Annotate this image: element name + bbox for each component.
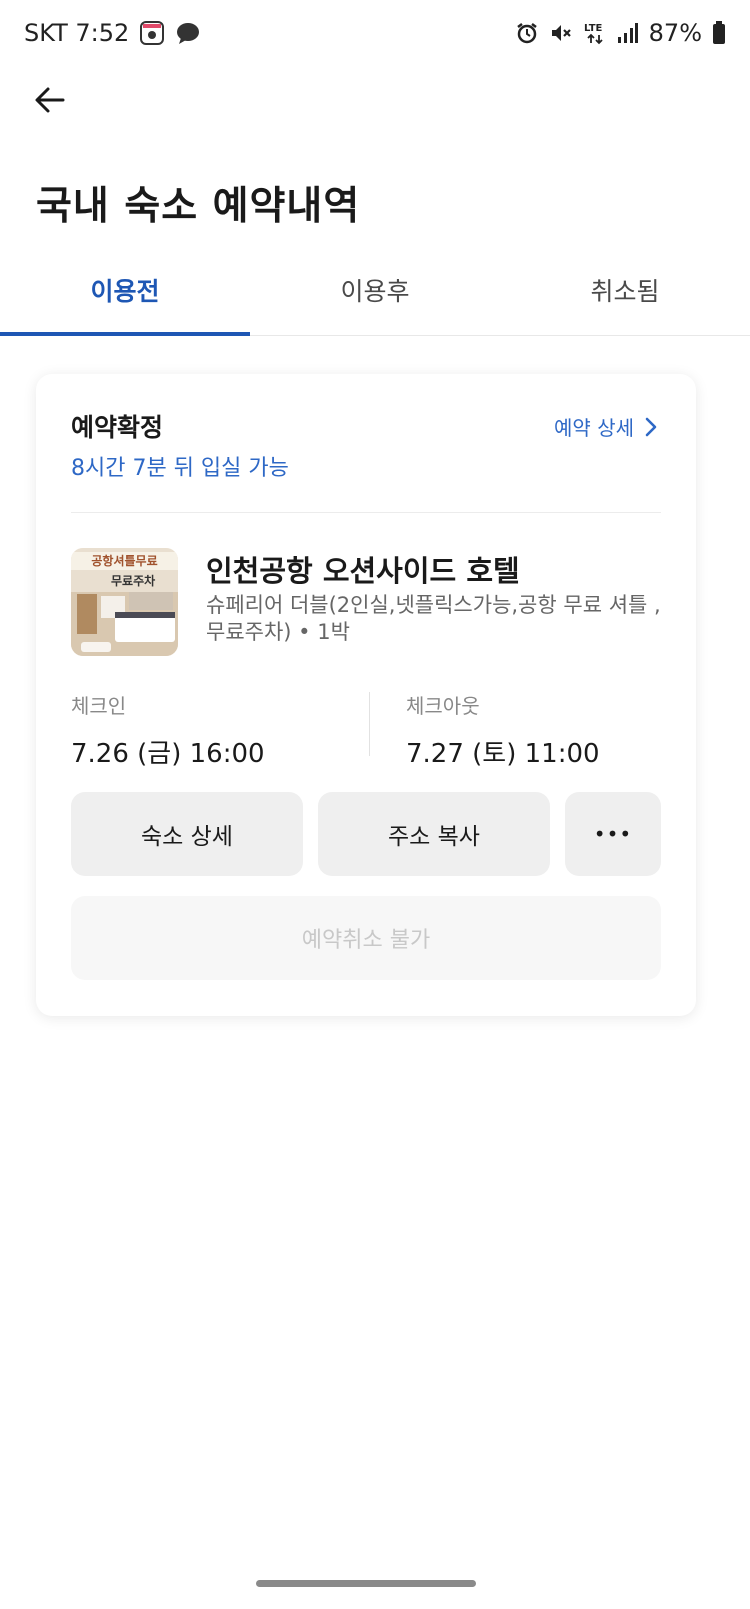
status-bar: SKT 7:52 LTE 87% — [0, 0, 750, 66]
checkout-label: 체크아웃 — [406, 694, 480, 718]
hotel-name[interactable]: 인천공항 오션사이드 호텔 — [206, 548, 520, 590]
back-button[interactable] — [30, 80, 70, 120]
copy-address-button[interactable]: 주소 복사 — [318, 792, 550, 876]
checkin-label: 체크인 — [71, 694, 127, 718]
checkout-block: 체크아웃 7.27 (토) 11:00 — [406, 690, 600, 770]
chevron-right-icon — [645, 417, 657, 436]
reservation-detail-link[interactable]: 예약 상세 — [554, 412, 658, 441]
checkin-block: 체크인 7.26 (금) 16:00 — [71, 690, 265, 770]
chat-icon — [175, 20, 201, 46]
screen: SKT 7:52 LTE 87% 국내 숙소 예약내역 이용전 이용후 취소됨 … — [0, 0, 750, 1609]
hotel-detail-button[interactable]: 숙소 상세 — [71, 792, 303, 876]
reservation-status: 예약확정 — [71, 413, 164, 442]
card-divider — [71, 512, 661, 513]
thumbnail-shuttle-badge: 공항셔틀무료 — [71, 552, 178, 570]
more-icon: ••• — [593, 822, 633, 846]
more-options-button[interactable]: ••• — [565, 792, 661, 876]
checkin-countdown: 8시간 7분 뒤 입실 가능 — [71, 456, 289, 481]
signal-icon — [617, 22, 639, 44]
tab-after-use[interactable]: 이용후 — [250, 256, 500, 335]
home-indicator[interactable] — [256, 1580, 476, 1587]
alarm-icon — [515, 21, 539, 45]
battery-icon — [712, 21, 726, 45]
arrow-left-icon — [35, 87, 65, 113]
tab-before-use[interactable]: 이용전 — [0, 256, 250, 336]
mute-icon — [549, 21, 573, 45]
tab-cancelled[interactable]: 취소됨 — [500, 256, 750, 335]
svg-text:LTE: LTE — [584, 23, 603, 34]
checkout-value: 7.27 (토) 11:00 — [406, 739, 600, 769]
checkin-value: 7.26 (금) 16:00 — [71, 739, 265, 769]
lte-icon: LTE — [583, 20, 607, 46]
battery-percent: 87% — [648, 19, 702, 47]
status-bar-left: SKT 7:52 — [24, 19, 201, 47]
tab-bar: 이용전 이용후 취소됨 — [0, 256, 750, 336]
hotel-thumbnail[interactable]: 공항셔틀무료 무료주차 — [71, 548, 178, 656]
room-description: 슈페리어 더블(2인실,넷플릭스가능,공항 무료 셔틀 ,무료주차) • 1박 — [206, 593, 661, 644]
page-title: 국내 숙소 예약내역 — [36, 184, 361, 229]
status-bar-right: LTE 87% — [515, 19, 726, 47]
thumbnail-parking-badge: 무료주차 — [111, 574, 156, 588]
check-divider — [369, 692, 370, 756]
carrier-time: SKT 7:52 — [24, 19, 130, 47]
photo-icon — [139, 20, 165, 46]
cancel-reservation-button: 예약취소 불가 — [71, 896, 661, 980]
reservation-card: 예약확정 8시간 7분 뒤 입실 가능 예약 상세 공항셔틀무료 무료주차 인천… — [36, 374, 696, 1016]
reservation-detail-label: 예약 상세 — [554, 416, 634, 440]
